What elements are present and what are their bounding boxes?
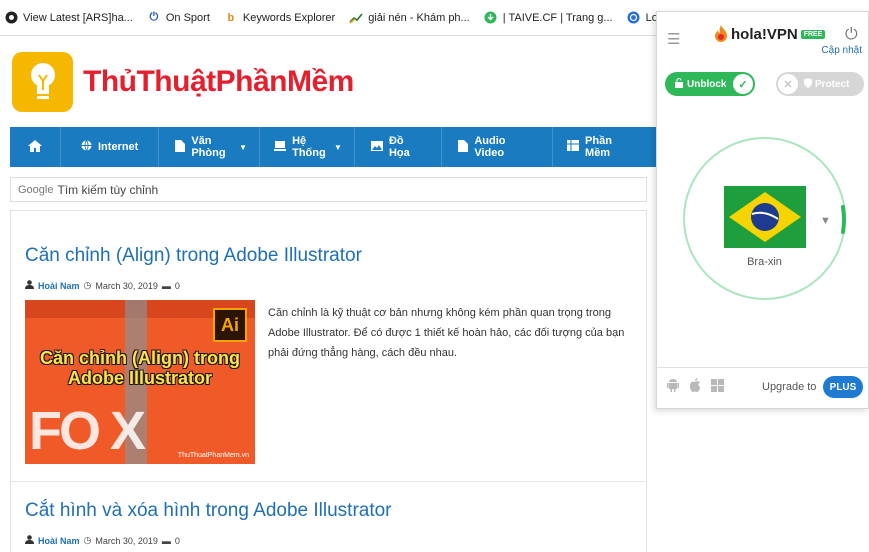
article-excerpt: Căn chỉnh là kỹ thuật cơ bản nhưng không…: [268, 307, 625, 359]
comment-count[interactable]: 0: [175, 536, 180, 546]
nav-audio-video[interactable]: Audio Video: [442, 127, 554, 167]
chart-icon: [349, 11, 363, 25]
bookmark-on-sport[interactable]: ⏻ On Sport: [147, 11, 210, 25]
globe-icon: [81, 140, 92, 154]
ars-icon: [4, 11, 18, 25]
image-icon: [370, 140, 383, 154]
bookmark-label: On Sport: [165, 11, 210, 24]
hola-brand-name: hola!VPN: [731, 25, 798, 43]
nav-phan-mem[interactable]: Phần Mềm: [553, 127, 657, 167]
nav-label: Hệ Thống: [292, 135, 326, 159]
search-placeholder: Tìm kiếm tùy chỉnh: [57, 182, 159, 197]
windows-icon[interactable]: [711, 378, 724, 395]
nav-do-hoa[interactable]: Đồ Họa: [355, 127, 443, 167]
login-icon: [627, 11, 641, 25]
clock-icon: ◷: [83, 535, 92, 545]
home-icon: [28, 139, 42, 155]
hola-brand: hola!VPN FREE: [713, 25, 826, 43]
bookmark-label: View Latest [ARS]ha...: [23, 11, 133, 24]
search-input[interactable]: Google Tìm kiếm tùy chỉnh: [10, 177, 647, 202]
nav-he-thong[interactable]: Hệ Thống ▼: [260, 127, 355, 167]
user-icon: [25, 280, 34, 291]
grid-icon: [567, 140, 580, 154]
android-icon[interactable]: [667, 378, 679, 395]
free-badge: FREE: [800, 29, 826, 39]
apple-icon[interactable]: [689, 378, 701, 395]
power-icon: ⏻: [149, 11, 159, 23]
unblock-label: Unblock: [687, 78, 727, 90]
nav-home[interactable]: [10, 127, 61, 167]
lightbulb-icon: [12, 52, 73, 112]
nav-van-phong[interactable]: Văn Phòng ▼: [159, 127, 261, 167]
nav-label: Đồ Họa: [388, 135, 410, 159]
hamburger-menu-icon[interactable]: ☰: [667, 30, 680, 48]
logo-text: ThủThuậtPhầnMềm: [83, 65, 354, 98]
brazil-flag-icon[interactable]: [724, 186, 806, 248]
comment-icon: ▬: [161, 535, 171, 546]
laptop-icon: [274, 140, 287, 154]
power-icon[interactable]: ⏻: [845, 26, 858, 44]
hola-vpn-popup: ☰ hola!VPN FREE ⏻ Cập nhật Unblock ✓ ✕ P…: [656, 11, 869, 409]
chevron-down-icon: ▼: [239, 142, 248, 152]
plus-button[interactable]: PLUS: [823, 376, 863, 398]
clock-icon: ◷: [83, 280, 92, 290]
nav-internet[interactable]: Internet: [61, 127, 160, 167]
article-meta: Hoài Nam ◷ March 30, 2019 ▬ 0: [25, 535, 184, 546]
article-date: March 30, 2019: [95, 280, 158, 291]
bookmark-taive[interactable]: | TAIVE.CF | Trang g...: [484, 11, 613, 25]
lock-icon: [675, 77, 683, 91]
file-icon: [175, 139, 186, 155]
close-icon: ✕: [778, 74, 798, 94]
bookmark-label: Keywords Explorer: [242, 11, 336, 24]
bookmark-keywords-explorer[interactable]: b Keywords Explorer: [224, 11, 336, 25]
comment-icon: ▬: [161, 280, 171, 291]
down-circle-icon: [484, 11, 498, 25]
video-icon: [458, 139, 469, 155]
platform-icons: [667, 378, 734, 395]
article-author[interactable]: Hoài Nam: [38, 281, 80, 291]
chevron-down-icon[interactable]: ▼: [820, 215, 831, 227]
update-link[interactable]: Cập nhật: [821, 45, 862, 56]
nav-label: Audio Video: [474, 135, 506, 159]
popup-divider: [657, 367, 869, 368]
site-logo[interactable]: ThủThuậtPhầnMềm: [12, 52, 354, 112]
nav-label: Phần Mềm: [585, 135, 612, 159]
bookmark-label: giải nén - Khám ph...: [368, 11, 470, 24]
bookmark-label: | TAIVE.CF | Trang g...: [502, 11, 613, 24]
nav-label: Văn Phòng: [191, 135, 226, 159]
article-title[interactable]: Cắt hình và xóa hình trong Adobe Illustr…: [25, 500, 392, 522]
protect-toggle[interactable]: ✕ Protect: [776, 72, 864, 96]
bookmark-giai-nen[interactable]: giải nén - Khám ph...: [349, 11, 470, 25]
article-divider: [10, 481, 647, 482]
thumb-letters: FO X: [29, 401, 146, 461]
thumb-watermark: ThuThuatPhanMem.vn: [177, 452, 249, 459]
main-navbar: Internet Văn Phòng ▼ Hệ Thống ▼ Đồ Họa A…: [10, 127, 657, 167]
article-thumbnail[interactable]: Ai FO X Căn chỉnh (Align) trong Adobe Il…: [25, 300, 255, 464]
bookmark-ars[interactable]: View Latest [ARS]ha...: [4, 11, 133, 25]
google-brand: Google: [18, 183, 54, 196]
b-icon: b: [227, 11, 235, 24]
shield-icon: [804, 77, 812, 91]
protect-label: Protect: [815, 78, 850, 90]
illustrator-icon: Ai: [213, 308, 247, 342]
comment-count[interactable]: 0: [175, 281, 180, 291]
country-name: Bra-xin: [747, 256, 782, 268]
article-author[interactable]: Hoài Nam: [38, 536, 80, 546]
article-date: March 30, 2019: [95, 535, 158, 546]
browser-viewport: View Latest [ARS]ha... ⏻ On Sport b Keyw…: [0, 0, 869, 552]
article-meta: Hoài Nam ◷ March 30, 2019 ▬ 0: [25, 280, 184, 291]
thumb-caption: Căn chỉnh (Align) trong Adobe Illustrato…: [40, 348, 240, 388]
check-icon: ✓: [733, 74, 753, 94]
nav-label: Internet: [98, 141, 139, 153]
user-icon: [25, 535, 34, 546]
unblock-toggle[interactable]: Unblock ✓: [665, 72, 755, 96]
chevron-down-icon: ▼: [334, 142, 342, 152]
article-title[interactable]: Căn chỉnh (Align) trong Adobe Illustrato…: [25, 245, 362, 267]
upgrade-label: Upgrade to: [762, 381, 817, 393]
flame-icon: [713, 25, 729, 43]
